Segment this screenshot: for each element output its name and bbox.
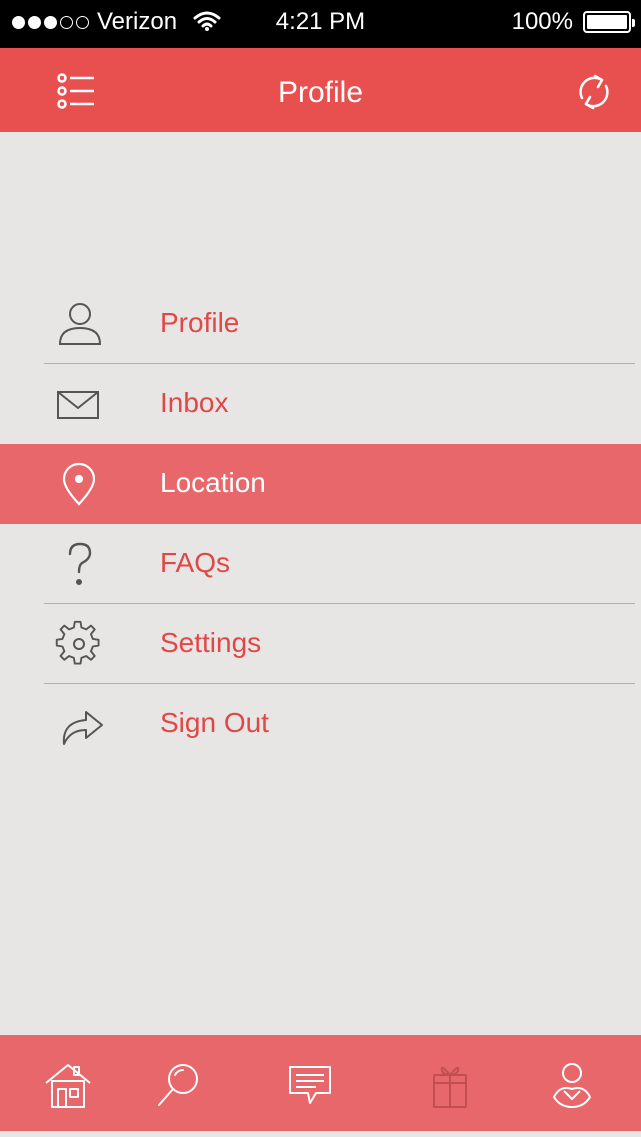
refresh-icon[interactable] (574, 72, 614, 112)
gift-icon[interactable] (426, 1061, 474, 1109)
tab-bar (0, 1035, 641, 1131)
status-bar: Verizon 4:21 PM 100% (0, 0, 641, 48)
user-icon (58, 303, 102, 345)
menu-item-label: Profile (160, 307, 240, 338)
menu-item-profile[interactable]: Profile (0, 284, 641, 364)
navigation-bar: Profile (0, 48, 641, 132)
location-pin-icon (62, 462, 96, 506)
envelope-icon (57, 391, 99, 419)
menu-item-location[interactable]: Location (0, 444, 641, 524)
battery-percent: 100% (511, 8, 573, 35)
battery-icon (583, 11, 635, 33)
menu-item-label: FAQs (160, 547, 231, 578)
side-menu: Profile Inbox Location FAQs Settings Sig… (0, 284, 641, 764)
gear-icon (55, 620, 100, 665)
question-icon (68, 542, 92, 586)
chat-icon[interactable] (286, 1061, 334, 1109)
menu-item-sign-out[interactable]: Sign Out (0, 684, 641, 764)
menu-item-label: Location (160, 467, 266, 498)
menu-item-inbox[interactable]: Inbox (0, 364, 641, 444)
search-icon[interactable] (155, 1061, 203, 1109)
account-icon[interactable] (548, 1061, 596, 1109)
menu-item-faqs[interactable]: FAQs (0, 524, 641, 604)
page-title: Profile (277, 76, 364, 109)
menu-item-label: Sign Out (160, 707, 269, 738)
menu-item-settings[interactable]: Settings (0, 604, 641, 684)
share-arrow-icon (62, 711, 103, 745)
menu-item-label: Settings (160, 627, 262, 658)
home-icon[interactable] (44, 1061, 92, 1109)
menu-item-label: Inbox (160, 387, 229, 418)
